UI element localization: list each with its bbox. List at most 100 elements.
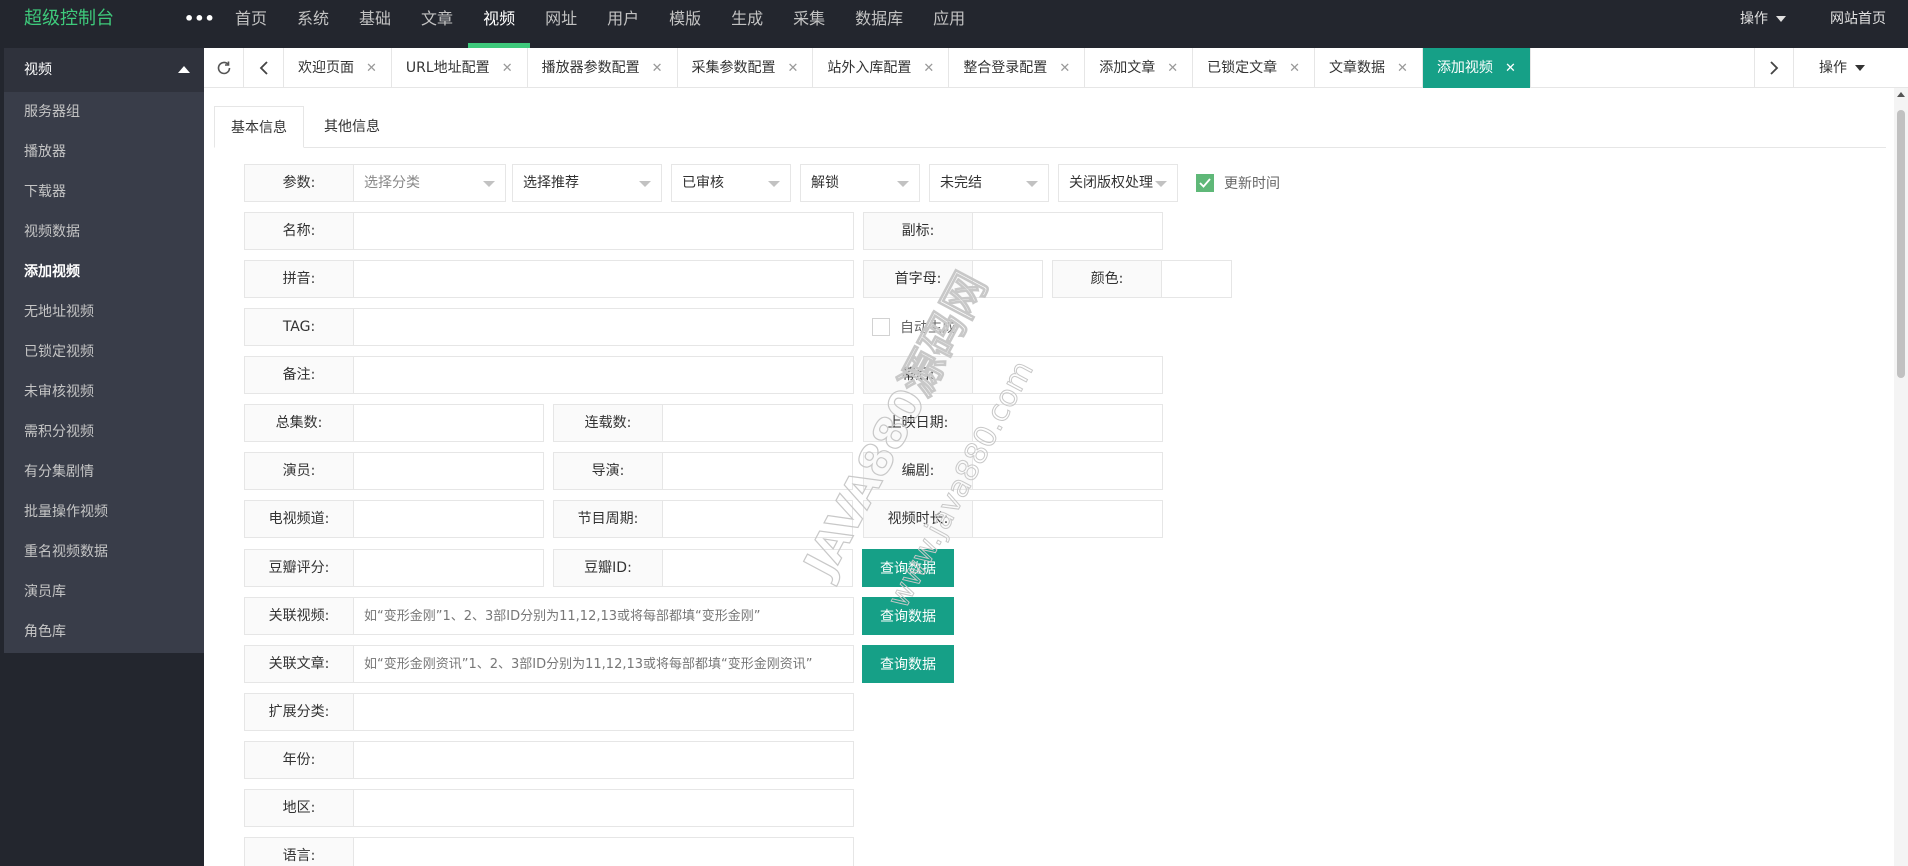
finish-select[interactable]: 未完结	[929, 164, 1049, 202]
behind-input[interactable]	[973, 356, 1163, 394]
nav-item-apps[interactable]: 应用	[918, 0, 980, 48]
remark-input[interactable]	[354, 356, 854, 394]
sidebar-item-batch-video[interactable]: 批量操作视频	[4, 492, 204, 532]
top-operate-menu[interactable]: 操作	[1718, 0, 1808, 38]
close-icon[interactable]: ✕	[1397, 61, 1408, 76]
duration-input[interactable]	[973, 500, 1163, 538]
close-icon[interactable]: ✕	[788, 61, 799, 76]
color-input[interactable]	[1162, 260, 1232, 298]
total-input[interactable]	[354, 404, 544, 442]
area-input[interactable]	[354, 789, 854, 827]
tabs-next-button[interactable]	[1754, 48, 1794, 88]
tabs-prev-button[interactable]	[244, 48, 284, 88]
sidebar-item-video-data[interactable]: 视频数据	[4, 212, 204, 252]
name-input[interactable]	[354, 212, 854, 250]
sidebar-item-add-video[interactable]: 添加视频	[4, 252, 204, 292]
tab-welcome[interactable]: 欢迎页面 ✕	[284, 48, 392, 88]
sidebar-item-role-lib[interactable]: 角色库	[4, 612, 204, 652]
close-icon[interactable]: ✕	[923, 61, 934, 76]
tab-player-config[interactable]: 播放器参数配置 ✕	[528, 48, 678, 88]
lang-input[interactable]	[354, 837, 854, 866]
subtitle-input[interactable]	[973, 212, 1163, 250]
class-input[interactable]	[354, 693, 854, 731]
tab-other-info[interactable]: 其他信息	[308, 106, 396, 148]
refresh-button[interactable]	[204, 48, 244, 88]
douban-id-input[interactable]	[663, 549, 853, 587]
chevron-down-icon	[483, 181, 495, 187]
sidebar-item-actor-lib[interactable]: 演员库	[4, 572, 204, 612]
nav-item-template[interactable]: 模版	[654, 0, 716, 48]
weekday-input[interactable]	[663, 500, 853, 538]
close-icon[interactable]: ✕	[1059, 61, 1070, 76]
copyright-select[interactable]: 关闭版权处理	[1058, 164, 1178, 202]
nav-item-system[interactable]: 系统	[282, 0, 344, 48]
serial-input[interactable]	[663, 404, 853, 442]
behind-label: 幕后:	[863, 356, 973, 394]
nav-item-user[interactable]: 用户	[592, 0, 654, 48]
release-input[interactable]	[973, 404, 1163, 442]
close-icon[interactable]: ✕	[1505, 61, 1516, 76]
close-icon[interactable]: ✕	[366, 61, 377, 76]
rel-vod-input[interactable]	[354, 597, 854, 635]
sidebar-item-duplicate-video[interactable]: 重名视频数据	[4, 532, 204, 572]
auto-generate-checkbox[interactable]: 自动生成	[872, 308, 956, 346]
tab-add-video[interactable]: 添加视频 ✕	[1422, 48, 1531, 88]
tab-add-article[interactable]: 添加文章 ✕	[1085, 48, 1194, 88]
close-icon[interactable]: ✕	[652, 61, 663, 76]
tag-input[interactable]	[354, 308, 854, 346]
nav-item-generate[interactable]: 生成	[716, 0, 778, 48]
tab-login-config[interactable]: 整合登录配置 ✕	[949, 48, 1086, 88]
nav-item-database[interactable]: 数据库	[840, 0, 918, 48]
close-icon[interactable]: ✕	[1167, 61, 1178, 76]
site-home-link[interactable]: 网站首页	[1808, 0, 1908, 38]
tv-input[interactable]	[354, 500, 544, 538]
update-time-checkbox[interactable]: 更新时间	[1196, 164, 1280, 202]
checkbox-box	[872, 318, 890, 336]
close-icon[interactable]: ✕	[502, 61, 513, 76]
sidebar-item-server-group[interactable]: 服务器组	[4, 92, 204, 132]
tab-article-data[interactable]: 文章数据 ✕	[1315, 48, 1423, 88]
audit-select[interactable]: 已审核	[671, 164, 791, 202]
rel-art-input[interactable]	[354, 645, 854, 683]
nav-item-home[interactable]: 首页	[220, 0, 282, 48]
tab-import-config[interactable]: 站外入库配置 ✕	[813, 48, 950, 88]
lock-select[interactable]: 解锁	[800, 164, 920, 202]
recommend-select[interactable]: 选择推荐	[512, 164, 662, 202]
pinyin-input[interactable]	[354, 260, 854, 298]
sidebar-item-points-video[interactable]: 需积分视频	[4, 412, 204, 452]
actor-input[interactable]	[354, 452, 544, 490]
sidebar-item-episode-plot[interactable]: 有分集剧情	[4, 452, 204, 492]
rel-vod-query-button[interactable]: 查询数据	[862, 597, 954, 635]
sidebar-item-unaudited-video[interactable]: 未审核视频	[4, 372, 204, 412]
more-menu-icon[interactable]: •••	[184, 0, 215, 38]
nav-item-collect[interactable]: 采集	[778, 0, 840, 48]
tab-locked-article[interactable]: 已锁定文章 ✕	[1193, 48, 1316, 88]
douban-query-button[interactable]: 查询数据	[862, 549, 954, 587]
year-input[interactable]	[354, 741, 854, 779]
director-input[interactable]	[663, 452, 853, 490]
sidebar-item-player[interactable]: 播放器	[4, 132, 204, 172]
close-icon[interactable]: ✕	[1289, 61, 1300, 76]
tabs-operate-menu[interactable]: 操作	[1794, 48, 1890, 88]
nav-item-article[interactable]: 文章	[406, 0, 468, 48]
sidebar-item-downloader[interactable]: 下载器	[4, 172, 204, 212]
scroll-up-icon[interactable]	[1897, 92, 1905, 97]
tab-url-config[interactable]: URL地址配置 ✕	[392, 48, 528, 88]
tab-basic-info[interactable]: 基本信息	[214, 106, 304, 148]
nav-item-url[interactable]: 网址	[530, 0, 592, 48]
tab-collect-config[interactable]: 采集参数配置 ✕	[678, 48, 814, 88]
scrollbar-thumb[interactable]	[1897, 110, 1905, 378]
category-select[interactable]: 选择分类	[354, 164, 506, 202]
rel-art-query-button[interactable]: 查询数据	[862, 645, 954, 683]
vertical-scrollbar[interactable]	[1894, 88, 1908, 866]
sidebar-item-no-url-video[interactable]: 无地址视频	[4, 292, 204, 332]
nav-item-basic[interactable]: 基础	[344, 0, 406, 48]
initial-input[interactable]	[973, 260, 1043, 298]
sidebar-group-video[interactable]: 视频	[4, 48, 204, 92]
nav-item-video[interactable]: 视频	[468, 0, 531, 48]
writer-input[interactable]	[973, 452, 1163, 490]
tab-label: 已锁定文章	[1207, 60, 1278, 76]
sidebar-item-locked-video[interactable]: 已锁定视频	[4, 332, 204, 372]
douban-score-input[interactable]	[354, 549, 544, 587]
app-logo[interactable]: 超级控制台	[24, 0, 114, 38]
